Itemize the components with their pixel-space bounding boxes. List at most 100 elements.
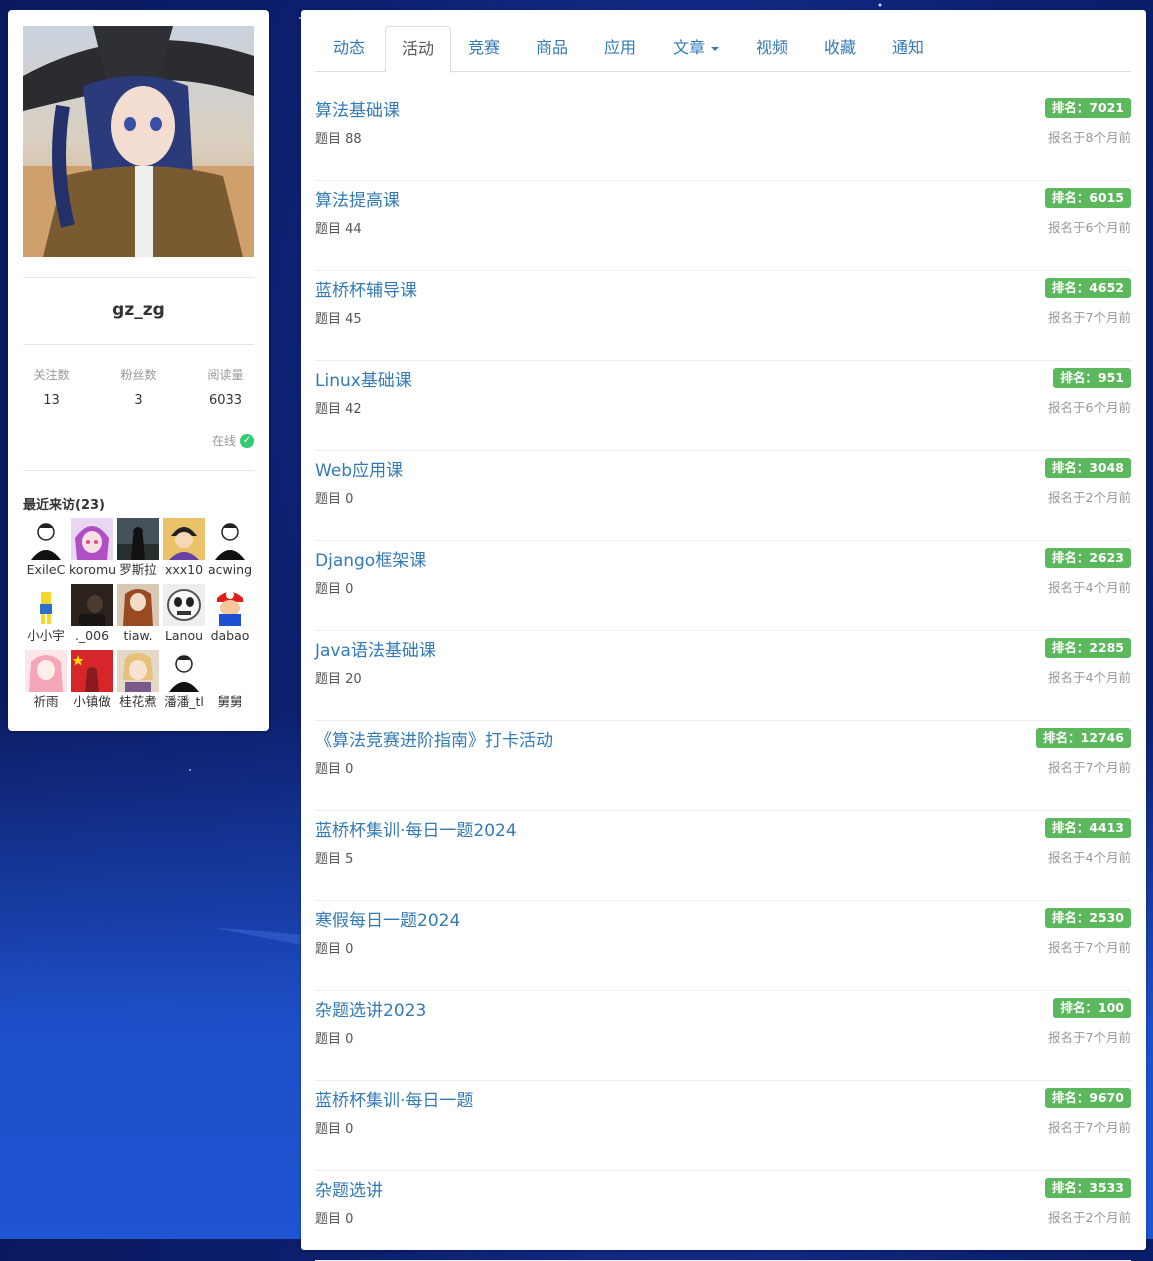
activity-problem-count: 题目 0 <box>315 1212 354 1227</box>
visitor-avatar <box>71 518 113 560</box>
stat-followers[interactable]: 粉丝数 3 <box>95 366 182 408</box>
tab-notifications[interactable]: 通知 <box>875 26 941 71</box>
stat-label: 粉丝数 <box>120 368 157 382</box>
activity-title-link[interactable]: 杂题选讲 <box>315 1176 383 1201</box>
stat-following[interactable]: 关注数 13 <box>8 366 95 408</box>
divider <box>23 470 254 471</box>
enroll-time: 报名于7个月前 <box>1048 1030 1131 1045</box>
online-label: 在线 <box>211 434 236 448</box>
activity-title-link[interactable]: 蓝桥杯集训·每日一题2024 <box>315 816 517 841</box>
visitor-item[interactable]: Lanou <box>161 584 207 646</box>
visitor-name: tiaw. <box>123 628 153 643</box>
profile-card: gz_zg 关注数 13 粉丝数 3 阅读量 6033 在线 ✓ 最近来访(23… <box>8 10 269 731</box>
rank-badge: 排名：6015 <box>1044 188 1131 208</box>
tab-label: 活动 <box>401 39 434 58</box>
visitor-item[interactable]: xxx10 <box>161 518 207 580</box>
enroll-time: 报名于4个月前 <box>1048 850 1131 865</box>
visitor-name: 桂花煮 <box>119 694 157 709</box>
visitor-item[interactable]: 罗斯拉 <box>115 518 161 580</box>
activity-problem-count: 题目 5 <box>315 852 354 867</box>
activity-title-link[interactable]: Java语法基础课 <box>315 636 436 661</box>
tab-products[interactable]: 商品 <box>519 26 585 71</box>
visitor-name: xxx10 <box>164 562 204 577</box>
visitor-avatar <box>25 518 67 560</box>
visitor-name: 舅舅 <box>217 694 243 709</box>
activity-problem-count: 题目 42 <box>315 402 362 417</box>
activity-title-link[interactable]: 《算法竞赛进阶指南》打卡活动 <box>315 726 553 751</box>
visitor-name: 潘潘_tl <box>164 694 204 709</box>
profile-username: gz_zg <box>112 300 165 320</box>
activity-title-link[interactable]: Web应用课 <box>315 456 403 481</box>
visitor-item[interactable]: acwing <box>207 518 253 580</box>
activity-title-link[interactable]: 寒假每日一题2024 <box>315 906 460 931</box>
activity-title-link[interactable]: Django框架课 <box>315 546 426 571</box>
visitor-item[interactable]: dabao <box>207 584 253 646</box>
visitor-name: acwing <box>207 562 253 577</box>
activity-title-link[interactable]: 杂题选讲2023 <box>315 996 426 1021</box>
activity-item: 杂题选讲2023 题目 0 排名：100 报名于7个月前 <box>315 990 1131 1081</box>
tab-apps[interactable]: 应用 <box>587 26 653 71</box>
activity-item: 杂题选讲 题目 0 排名：3533 报名于2个月前 <box>315 1170 1131 1261</box>
stat-value: 13 <box>43 393 60 408</box>
activity-item: 寒假每日一题2024 题目 0 排名：2530 报名于7个月前 <box>315 900 1131 991</box>
rank-badge: 排名：2530 <box>1044 908 1131 928</box>
visitor-item[interactable]: ._006 <box>69 584 115 646</box>
activity-title-link[interactable]: 蓝桥杯集训·每日一题 <box>315 1086 473 1111</box>
activity-title-link[interactable]: 蓝桥杯辅导课 <box>315 276 417 301</box>
tab-videos[interactable]: 视频 <box>739 26 805 71</box>
profile-avatar[interactable] <box>23 26 254 257</box>
rank-badge: 排名：3048 <box>1044 458 1131 478</box>
tab-label: 商品 <box>535 38 568 57</box>
stat-label: 阅读量 <box>207 368 244 382</box>
enroll-time: 报名于4个月前 <box>1048 670 1131 685</box>
visitor-name: 罗斯拉 <box>119 562 157 577</box>
rank-badge: 排名：7021 <box>1044 98 1131 118</box>
rank-badge: 排名：2623 <box>1044 548 1131 568</box>
recent-visitors-title: 最近来访(23) <box>23 498 105 513</box>
tab-articles[interactable]: 文章 <box>655 26 737 71</box>
rank-badge: 排名：2285 <box>1044 638 1131 658</box>
activity-item: Linux基础课 题目 42 排名：951 报名于6个月前 <box>315 360 1131 451</box>
tab-contests[interactable]: 竞赛 <box>451 26 517 71</box>
tab-feed[interactable]: 动态 <box>315 26 383 71</box>
enroll-time: 报名于2个月前 <box>1048 490 1131 505</box>
visitor-avatar <box>117 584 159 626</box>
visitor-avatar <box>25 584 67 626</box>
enroll-time: 报名于7个月前 <box>1048 940 1131 955</box>
visitor-item[interactable]: koromu <box>69 518 115 580</box>
activity-item: 蓝桥杯辅导课 题目 45 排名：4652 报名于7个月前 <box>315 270 1131 361</box>
visitor-item[interactable]: tiaw. <box>115 584 161 646</box>
tab-label: 应用 <box>603 38 636 57</box>
visitor-item[interactable]: 小镇做 <box>69 650 115 712</box>
tab-label: 通知 <box>891 38 924 57</box>
visitor-avatar <box>163 650 205 692</box>
visitor-item[interactable]: 舅舅 <box>207 650 253 712</box>
activity-title-link[interactable]: Linux基础课 <box>315 366 412 391</box>
activity-title-link[interactable]: 算法提高课 <box>315 186 400 211</box>
enroll-time: 报名于7个月前 <box>1048 310 1131 325</box>
activity-problem-count: 题目 20 <box>315 672 362 687</box>
visitor-name: Lanou <box>164 628 204 643</box>
visitor-item[interactable]: 祈雨 <box>23 650 69 712</box>
online-status: 在线 ✓ <box>212 432 254 449</box>
activity-problem-count: 题目 0 <box>315 1032 354 1047</box>
visitor-avatar <box>71 650 113 692</box>
visitor-item[interactable]: 桂花煮 <box>115 650 161 712</box>
activity-item: 算法提高课 题目 44 排名：6015 报名于6个月前 <box>315 180 1131 271</box>
stat-reads: 阅读量 6033 <box>182 366 269 408</box>
tab-label: 视频 <box>755 38 788 57</box>
stat-value: 6033 <box>208 393 243 408</box>
activity-problem-count: 题目 88 <box>315 132 362 147</box>
tab-favorites[interactable]: 收藏 <box>807 26 873 71</box>
visitor-item[interactable]: 小小宇 <box>23 584 69 646</box>
tab-activities[interactable]: 活动 <box>385 26 451 73</box>
activity-item: 《算法竞赛进阶指南》打卡活动 题目 0 排名：12746 报名于7个月前 <box>315 720 1131 811</box>
activity-title-link[interactable]: 算法基础课 <box>315 96 400 121</box>
tab-label: 动态 <box>332 38 365 57</box>
visitor-name: 小小宇 <box>27 628 65 643</box>
rank-badge: 排名：4652 <box>1044 278 1131 298</box>
visitor-item[interactable]: ExileC <box>23 518 69 580</box>
visitor-item[interactable]: 潘潘_tl <box>161 650 207 712</box>
rank-badge: 排名：12746 <box>1036 728 1131 748</box>
activity-item: Java语法基础课 题目 20 排名：2285 报名于4个月前 <box>315 630 1131 721</box>
